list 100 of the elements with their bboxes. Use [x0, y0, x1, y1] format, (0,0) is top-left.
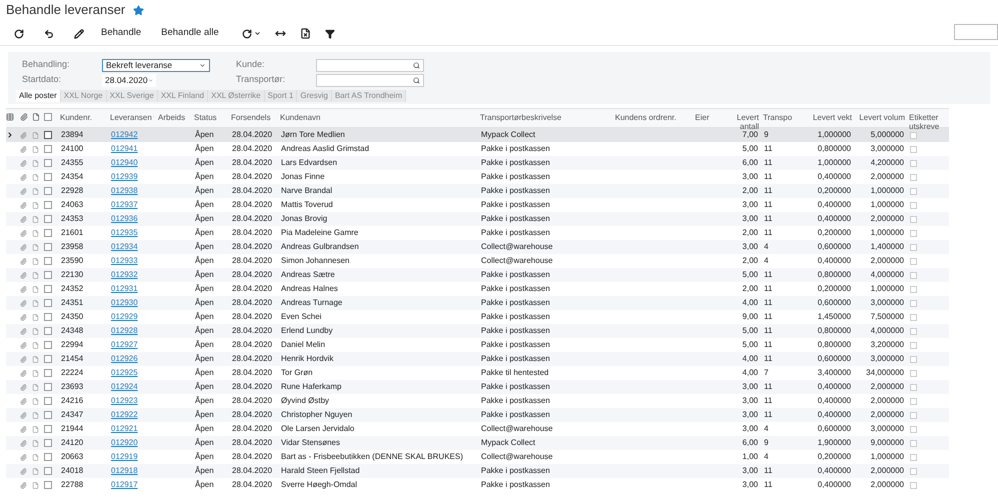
delivery-link[interactable]: 012938 [111, 186, 138, 195]
checkbox[interactable] [44, 467, 52, 475]
delivery-link[interactable]: 012934 [111, 242, 138, 251]
document-icon [32, 398, 39, 404]
undo-button[interactable] [44, 28, 54, 38]
column-header[interactable]: Forsendels [231, 113, 271, 122]
table-cell: 9 [764, 438, 768, 447]
column-header[interactable]: Transpo [763, 113, 792, 122]
table-row[interactable]: 22928 012938 Åpen 28.04.2020 Narve Brandal Pakke i postkassen 2,00 11 0,200000 1,000000 [6, 184, 949, 198]
delivery-link[interactable]: 012942 [111, 130, 138, 139]
search-field[interactable] [316, 74, 424, 86]
toolbar-button[interactable]: Behandle alle [158, 26, 222, 41]
fit-columns-button[interactable] [274, 28, 286, 39]
column-header[interactable]: Kundens ordrenr. [615, 113, 676, 122]
delivery-link[interactable]: 012925 [111, 368, 138, 377]
table-row[interactable]: 24347 012922 Åpen 28.04.2020 Christopher Nguyen Pakke i postkassen 3,00 11 0,400000 2,000000 [6, 408, 949, 422]
delivery-link[interactable]: 012941 [111, 144, 138, 153]
filter-button[interactable] [324, 28, 335, 38]
checkbox[interactable] [44, 369, 52, 377]
checkbox[interactable] [44, 355, 52, 363]
table-row[interactable]: 23958 012934 Åpen 28.04.2020 Andreas Gulbrandsen Collect@warehouse 3,00 4 0,600000 1,400000 [6, 240, 949, 254]
tab[interactable]: Alle poster [16, 90, 61, 102]
delivery-link[interactable]: 012924 [111, 382, 138, 391]
export-excel-button[interactable] [300, 28, 311, 39]
delivery-link[interactable]: 012920 [111, 438, 138, 447]
checkbox[interactable] [44, 481, 52, 489]
delivery-link[interactable]: 012927 [111, 340, 138, 349]
checkbox[interactable] [44, 411, 52, 419]
checkbox[interactable] [44, 215, 52, 223]
checkbox[interactable] [44, 425, 52, 433]
column-header[interactable]: Arbeids [158, 113, 186, 122]
search-field[interactable] [316, 58, 424, 72]
table-row[interactable]: 24353 012936 Åpen 28.04.2020 Jonas Brovig Pakke i postkassen 3,00 11 0,400000 2,000000 [6, 212, 949, 226]
delivery-link[interactable]: 012935 [111, 228, 138, 237]
delivery-link[interactable]: 012932 [111, 270, 138, 279]
column-header[interactable]: Status [194, 113, 217, 122]
delivery-link[interactable]: 012928 [111, 326, 138, 335]
toolbar-button[interactable]: Behandle [98, 26, 144, 41]
checkbox[interactable] [44, 313, 52, 321]
column-header[interactable]: Eier [695, 113, 710, 122]
checkbox[interactable] [44, 327, 52, 335]
checkbox[interactable] [44, 201, 52, 209]
delivery-link[interactable]: 012929 [111, 312, 138, 321]
refresh-menu-button[interactable] [242, 28, 261, 38]
dropdown[interactable]: Bekreft leveranse [102, 58, 210, 72]
delivery-link[interactable]: 012921 [111, 424, 138, 433]
delivery-link[interactable]: 012939 [111, 172, 138, 181]
column-header[interactable]: Leveransen [110, 113, 152, 122]
delivery-link[interactable]: 012936 [111, 214, 138, 223]
delivery-link[interactable]: 012931 [111, 284, 138, 293]
table-row[interactable]: 24348 012928 Åpen 28.04.2020 Erlend Lundby Pakke i postkassen 5,00 11 0,800000 4,000000 [6, 324, 949, 338]
delivery-link[interactable]: 012923 [111, 396, 138, 405]
checkbox[interactable] [44, 383, 52, 391]
checkbox[interactable] [44, 257, 52, 265]
checkbox[interactable] [44, 271, 52, 279]
checkbox[interactable] [44, 173, 52, 181]
column-header[interactable]: Etiketter utskreve [909, 113, 947, 131]
delivery-link[interactable]: 012930 [111, 298, 138, 307]
star-icon[interactable] [133, 4, 144, 16]
delivery-link[interactable]: 012919 [111, 452, 138, 461]
checkbox[interactable] [44, 397, 52, 405]
delivery-link[interactable]: 012933 [111, 256, 138, 265]
table-row[interactable]: 23894 012942 Åpen 28.04.2020 Jørn Tore Medlien Mypack Collect 7,00 9 1,000000 5,000000 [6, 128, 949, 142]
table-cell: 11 [764, 270, 772, 279]
table-row[interactable]: 21454 012926 Åpen 28.04.2020 Henrik Hordvik Pakke i postkassen 4,00 11 0,600000 3,000000 [6, 352, 949, 366]
checkbox[interactable] [44, 299, 52, 307]
edit-button[interactable] [74, 28, 84, 38]
delivery-link[interactable]: 012937 [111, 200, 138, 209]
checkbox[interactable] [44, 341, 52, 349]
checkbox[interactable] [44, 285, 52, 293]
delivery-link[interactable]: 012922 [111, 410, 138, 419]
table-cell: 3,000000 [870, 298, 904, 307]
delivery-link[interactable]: 012918 [111, 466, 138, 475]
column-header[interactable]: Transportørbeskrivelse [480, 113, 562, 122]
column-header[interactable]: Levert vekt [812, 113, 852, 122]
table-row[interactable]: 24355 012940 Åpen 28.04.2020 Lars Edvardsen Pakke i postkassen 6,00 11 1,000000 4,200000 [6, 156, 949, 170]
checkbox[interactable] [44, 439, 52, 447]
refresh-button[interactable] [14, 28, 24, 38]
table-row[interactable]: 24351 012930 Åpen 28.04.2020 Andreas Turnage Pakke i postkassen 4,00 11 0,600000 3,000000 [6, 296, 949, 310]
checkbox[interactable] [44, 145, 52, 153]
table-row[interactable]: 24018 012918 Åpen 28.04.2020 Harald Steen Fjellstad Pakke i postkassen 3,00 11 0,400000 2,000000 [6, 464, 949, 478]
checkbox[interactable] [44, 243, 52, 251]
column-header[interactable]: Kundenavn [280, 113, 320, 122]
checkbox[interactable] [44, 131, 52, 139]
table-row[interactable]: 24120 012920 Åpen 28.04.2020 Vidar Stensønes Mypack Collect 6,00 9 1,900000 9,000000 [6, 436, 949, 450]
delivery-link[interactable]: 012926 [111, 354, 138, 363]
checkbox[interactable] [44, 453, 52, 461]
delivery-link[interactable]: 012917 [111, 480, 138, 489]
checkbox[interactable] [44, 229, 52, 237]
table-row[interactable]: 23693 012924 Åpen 28.04.2020 Rune Haferkamp Pakke i postkassen 3,00 11 0,400000 2,000000 [6, 380, 949, 394]
checkbox[interactable] [44, 113, 52, 121]
column-header[interactable]: Levert volum [859, 113, 905, 122]
delivery-link[interactable]: 012940 [111, 158, 138, 167]
input-field[interactable] [954, 24, 998, 40]
checkbox[interactable] [44, 159, 52, 167]
column-header[interactable]: Levert antall [733, 113, 759, 131]
column-header[interactable]: Kundenr. [60, 113, 92, 122]
checkbox[interactable] [44, 187, 52, 195]
table-row[interactable]: 22130 012932 Åpen 28.04.2020 Andreas Sætre Pakke i postkassen 5,00 11 0,800000 4,000000 [6, 268, 949, 282]
date-field[interactable]: 28.04.2020 [102, 74, 156, 86]
